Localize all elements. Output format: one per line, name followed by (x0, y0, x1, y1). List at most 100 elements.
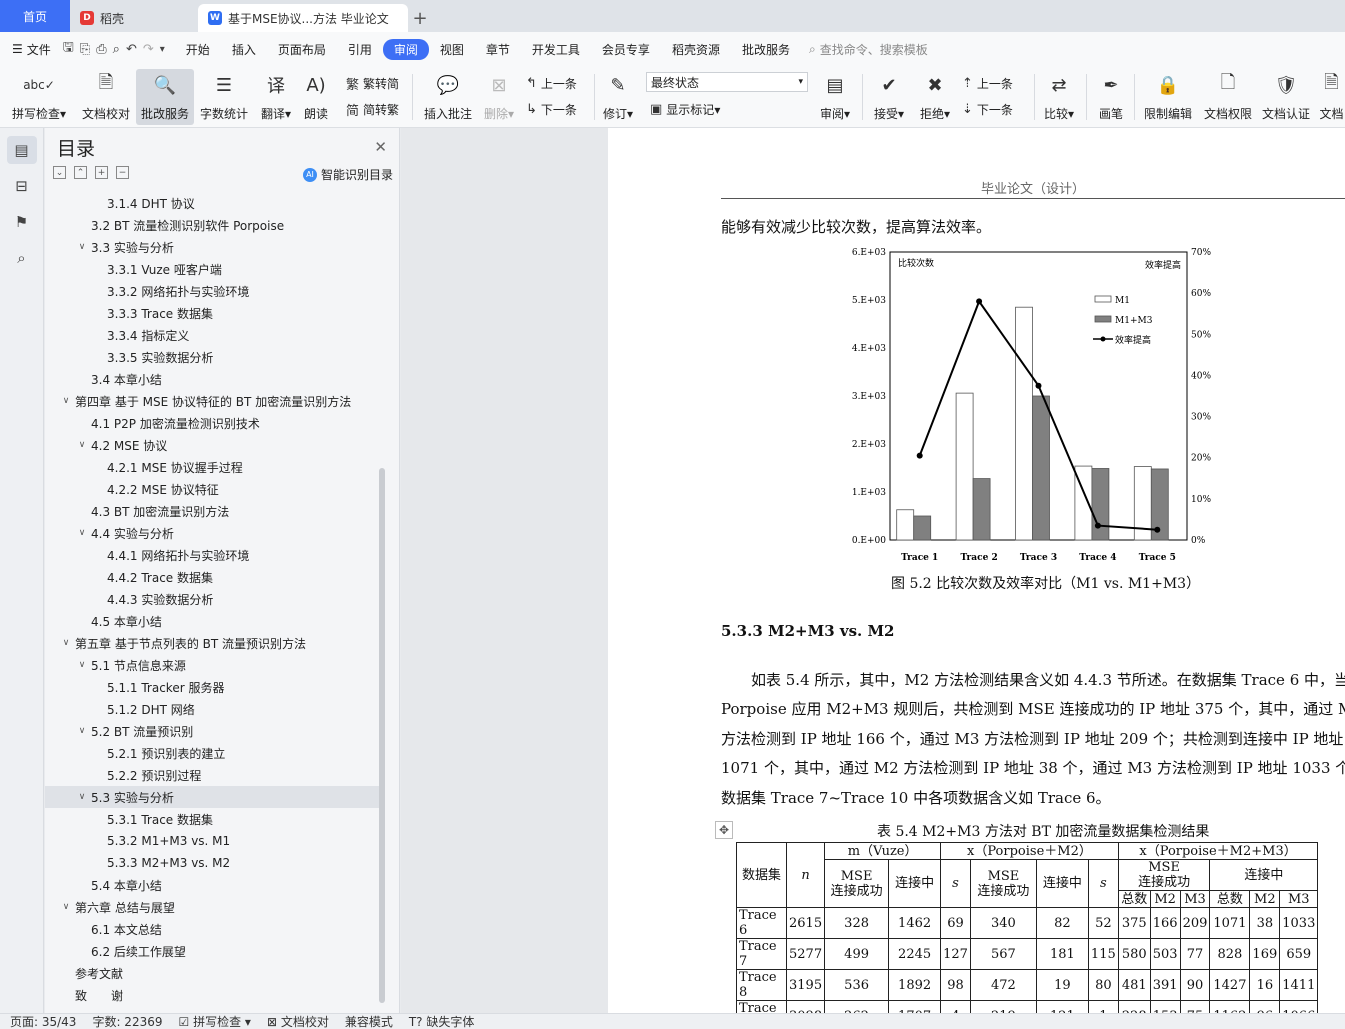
tab-document[interactable]: W 基于MSE协议...方法 毕业论文 (198, 4, 408, 32)
toc-item[interactable]: 5.2.2 预识别过程 (45, 764, 379, 786)
menu-tab[interactable]: 插入 (221, 39, 267, 60)
chevron-down-icon[interactable]: ∨ (75, 242, 89, 252)
smart-toc-button[interactable]: AI 智能识别目录 (302, 166, 393, 183)
new-tab-button[interactable]: + (408, 4, 432, 32)
prev-change-button[interactable]: ⇡ 上一条 (962, 72, 1013, 94)
translate-button[interactable]: 译 翻译▾ (256, 69, 296, 125)
compare-button[interactable]: ⇄ 比较▾ (1040, 69, 1078, 125)
customize-chevron-icon[interactable]: ▾ (160, 44, 165, 55)
toc-item[interactable]: 4.1 P2P 加密流量检测识别技术 (45, 412, 379, 434)
toc-item[interactable]: 4.4.2 Trace 数据集 (45, 566, 379, 588)
insert-comment-button[interactable]: 💬 插入批注 (420, 69, 476, 125)
menu-tab[interactable]: 页面布局 (267, 39, 337, 60)
chevron-down-icon[interactable]: ∨ (59, 902, 73, 912)
toc-item[interactable]: ∨ 第五章 基于节点列表的 BT 流量预识别方法 (45, 632, 379, 654)
doc-proof-button[interactable]: 🗎 文档校对 (78, 69, 134, 125)
add-heading-icon[interactable]: + (95, 166, 108, 179)
toc-item[interactable]: 5.3.1 Trace 数据集 (45, 808, 379, 830)
table-move-handle-icon[interactable]: ✥ (715, 821, 733, 839)
toc-item[interactable]: 6.1 本文总结 (45, 918, 379, 940)
chevron-down-icon[interactable]: ∨ (59, 396, 73, 406)
menu-tab[interactable]: 视图 (429, 39, 475, 60)
toc-item[interactable]: 6.2 后续工作展望 (45, 940, 379, 962)
word-count-indicator[interactable]: 字数: 22369 (92, 1014, 162, 1029)
toc-item[interactable]: 5.1.1 Tracker 服务器 (45, 676, 379, 698)
undo-icon[interactable]: ↶ (126, 42, 137, 57)
toc-item[interactable]: ∨ 第四章 基于 MSE 协议特征的 BT 加密流量识别方法 (45, 390, 379, 412)
toc-item[interactable]: 4.4.3 实验数据分析 (45, 588, 379, 610)
toc-item[interactable]: ∨ 4.4 实验与分析 (45, 522, 379, 544)
remove-heading-icon[interactable]: − (116, 166, 129, 179)
review-pane-button[interactable]: ▤ 审阅▾ (816, 69, 854, 125)
file-menu[interactable]: ☰ 文件 (12, 41, 51, 58)
save-icon[interactable]: 🖫 (63, 38, 74, 60)
toc-item[interactable]: 参考文献 (45, 962, 379, 984)
collapse-all-icon[interactable]: ⌃ (74, 166, 87, 179)
find-icon[interactable]: ⌕ (7, 244, 37, 272)
spellcheck-status[interactable]: ☑ 拼写检查 ▾ (179, 1014, 251, 1029)
toc-item[interactable]: 4.2.2 MSE 协议特征 (45, 478, 379, 500)
bookmark-icon[interactable]: ⚑ (7, 208, 37, 236)
export-pdf-icon[interactable]: ⎘ (80, 42, 90, 57)
spellcheck-button[interactable]: abc✓ 拼写检查▾ (8, 69, 70, 125)
toc-item[interactable]: ∨ 5.2 BT 流量预识别 (45, 720, 379, 742)
chevron-down-icon[interactable]: ∨ (75, 726, 89, 736)
toc-item[interactable]: 3.3.5 实验数据分析 (45, 346, 379, 368)
display-state-select[interactable]: 最终状态 ▾ (646, 72, 808, 92)
next-change-button[interactable]: ⇣ 下一条 (962, 98, 1013, 120)
tab-daoke[interactable]: D 稻壳 (70, 4, 198, 32)
close-icon[interactable]: ✕ (374, 138, 387, 156)
toc-item[interactable]: 4.5 本章小结 (45, 610, 379, 632)
redo-icon[interactable]: ↷ (143, 42, 154, 57)
toc-item[interactable]: 3.2 BT 流量检测识别软件 Porpoise (45, 214, 379, 236)
toc-panel-icon[interactable]: ▤ (6, 136, 37, 164)
expand-all-icon[interactable]: ⌄ (53, 166, 66, 179)
menu-tab[interactable]: 会员专享 (591, 39, 661, 60)
review-service-button[interactable]: 🔍 批改服务 (136, 69, 194, 125)
doc-more-button[interactable]: 🗎 文档 (1318, 69, 1345, 125)
doc-proof-status[interactable]: ⊠ 文档校对 (267, 1014, 329, 1029)
print-preview-icon[interactable]: ⌕ (113, 42, 120, 57)
toc-item[interactable]: ∨ 3.3 实验与分析 (45, 236, 379, 258)
toc-item[interactable]: 4.2.1 MSE 协议握手过程 (45, 456, 379, 478)
tab-home[interactable]: 首页 (0, 0, 70, 32)
toc-item[interactable]: ∨ 第六章 总结与展望 (45, 896, 379, 918)
menu-tab[interactable]: 章节 (475, 39, 521, 60)
toc-item[interactable]: ∨ 4.2 MSE 协议 (45, 434, 379, 456)
toc-item[interactable]: 5.3.3 M2+M3 vs. M2 (45, 852, 379, 874)
prev-comment-button[interactable]: ↰ 上一条 (526, 72, 577, 94)
toc-item[interactable]: 5.2.1 预识别表的建立 (45, 742, 379, 764)
toc-item[interactable]: 5.3.2 M1+M3 vs. M1 (45, 830, 379, 852)
toc-item[interactable]: 3.3.1 Vuze 哑客户端 (45, 258, 379, 280)
toc-item[interactable]: 3.3.3 Trace 数据集 (45, 302, 379, 324)
toc-item[interactable]: ∨ 5.3 实验与分析 (45, 786, 379, 808)
toc-item[interactable]: ∨ 5.1 节点信息来源 (45, 654, 379, 676)
print-icon[interactable]: ⎙ (96, 42, 106, 57)
track-changes-button[interactable]: ✎ 修订▾ (600, 69, 636, 125)
menu-tab[interactable]: 稻壳资源 (661, 39, 731, 60)
trad-to-simp-button[interactable]: 繁 繁转简 (346, 72, 399, 94)
chevron-down-icon[interactable]: ∨ (75, 660, 89, 670)
pen-button[interactable]: ✒ 画笔 (1094, 69, 1128, 125)
menu-tab[interactable]: 开始 (175, 39, 221, 60)
page-indicator[interactable]: 页面: 35/43 (10, 1014, 76, 1029)
toc-item[interactable]: 3.4 本章小结 (45, 368, 379, 390)
read-aloud-button[interactable]: A) 朗读 (298, 69, 334, 125)
chevron-down-icon[interactable]: ∨ (75, 792, 89, 802)
toc-item[interactable]: 4.4.1 网络拓扑与实验环境 (45, 544, 379, 566)
restrict-edit-button[interactable]: 🔒 限制编辑 (1140, 69, 1196, 125)
simp-to-trad-button[interactable]: 简 简转繁 (346, 98, 399, 120)
toc-item[interactable]: 致 谢 (45, 984, 379, 1006)
missing-font-status[interactable]: T? 缺失字体 (409, 1014, 475, 1029)
toc-scrollbar[interactable] (379, 468, 385, 1003)
doc-cert-button[interactable]: 🛡 文档认证 (1258, 69, 1314, 125)
menu-tab[interactable]: 开发工具 (521, 39, 591, 60)
chevron-down-icon[interactable]: ∨ (59, 638, 73, 648)
delete-comment-button[interactable]: ⊠ 删除▾ (480, 69, 518, 125)
reject-button[interactable]: ✖ 拒绝▾ (916, 69, 954, 125)
toc-item[interactable]: 3.1.4 DHT 协议 (45, 192, 379, 214)
accept-button[interactable]: ✔ 接受▾ (870, 69, 908, 125)
menu-tab[interactable]: 引用 (337, 39, 383, 60)
chevron-down-icon[interactable]: ∨ (75, 440, 89, 450)
word-count-button[interactable]: ☰ 字数统计 (196, 69, 252, 125)
